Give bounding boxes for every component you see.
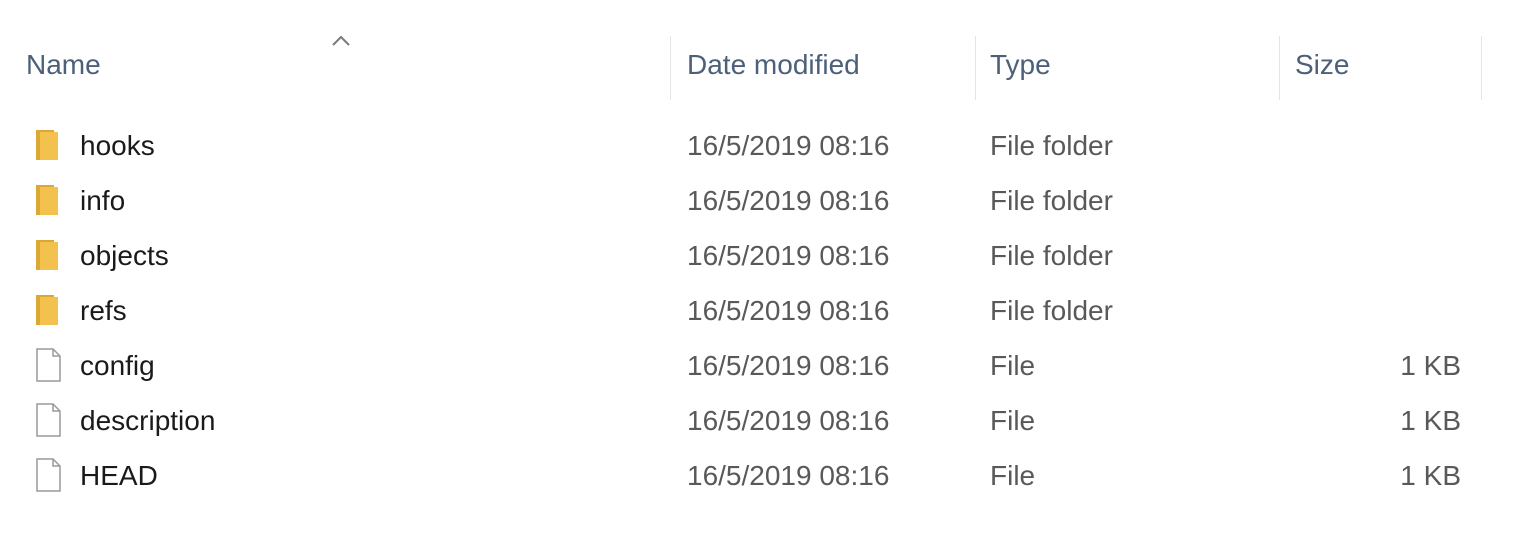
file-size: 1 KB [1400, 459, 1461, 491]
file-list-view: Name Date modified Type Size hooks 16/5/… [0, 0, 1533, 534]
column-divider[interactable] [670, 36, 671, 100]
file-row-head[interactable]: HEAD 16/5/2019 08:16 File 1 KB [0, 448, 1533, 503]
file-date-modified: 16/5/2019 08:16 [687, 184, 890, 216]
folder-icon [36, 240, 58, 270]
file-icon [36, 458, 61, 492]
column-divider[interactable] [1481, 36, 1482, 100]
column-header-size-label: Size [1295, 49, 1350, 80]
file-row-description[interactable]: description 16/5/2019 08:16 File 1 KB [0, 393, 1533, 448]
file-size: 1 KB [1400, 404, 1461, 436]
file-date-modified: 16/5/2019 08:16 [687, 294, 890, 326]
file-name: hooks [80, 129, 155, 161]
file-name: info [80, 184, 126, 216]
file-date-modified: 16/5/2019 08:16 [687, 349, 890, 381]
file-name: description [80, 404, 216, 436]
file-type: File [990, 349, 1036, 381]
file-name: HEAD [80, 459, 158, 491]
file-name: objects [80, 239, 169, 271]
column-header-type[interactable]: Type [990, 30, 1279, 100]
file-type: File folder [990, 294, 1113, 326]
file-type: File [990, 404, 1036, 436]
folder-icon [36, 295, 58, 325]
file-type: File folder [990, 184, 1113, 216]
file-date-modified: 16/5/2019 08:16 [687, 239, 890, 271]
file-date-modified: 16/5/2019 08:16 [687, 459, 890, 491]
column-header-type-label: Type [990, 49, 1051, 80]
column-header-row: Name Date modified Type Size [0, 30, 1533, 106]
file-type: File [990, 459, 1036, 491]
column-header-date-label: Date modified [687, 49, 860, 80]
file-name: refs [80, 294, 127, 326]
column-divider[interactable] [975, 36, 976, 100]
folder-icon [36, 130, 58, 160]
file-icon [36, 403, 61, 437]
folder-icon [36, 185, 58, 215]
column-header-name-label: Name [26, 49, 101, 80]
file-name: config [80, 349, 155, 381]
column-header-date-modified[interactable]: Date modified [687, 30, 975, 100]
file-date-modified: 16/5/2019 08:16 [687, 404, 890, 436]
file-date-modified: 16/5/2019 08:16 [687, 129, 890, 161]
file-row-hooks[interactable]: hooks 16/5/2019 08:16 File folder [0, 118, 1533, 173]
file-row-objects[interactable]: objects 16/5/2019 08:16 File folder [0, 228, 1533, 283]
column-divider[interactable] [1279, 36, 1280, 100]
file-row-info[interactable]: info 16/5/2019 08:16 File folder [0, 173, 1533, 228]
column-header-name[interactable]: Name [26, 30, 670, 100]
file-type: File folder [990, 239, 1113, 271]
file-row-config[interactable]: config 16/5/2019 08:16 File 1 KB [0, 338, 1533, 393]
file-type: File folder [990, 129, 1113, 161]
file-size: 1 KB [1400, 349, 1461, 381]
column-header-size[interactable]: Size [1295, 30, 1481, 100]
file-row-refs[interactable]: refs 16/5/2019 08:16 File folder [0, 283, 1533, 338]
file-icon [36, 348, 61, 382]
